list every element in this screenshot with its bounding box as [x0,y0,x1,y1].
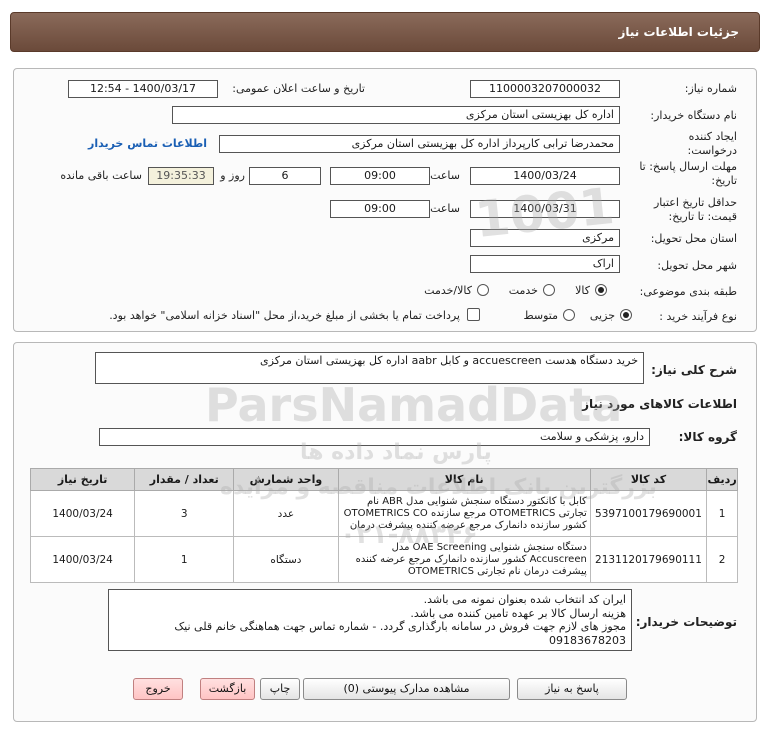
summary-field: خرید دستگاه هدست accuescreen و کابل aabr… [95,352,644,384]
buyer-note-line: مجوز های لازم جهت فروش در سامانه بارگذار… [174,620,626,633]
need-number-label: شماره نیاز: [684,82,737,95]
days-label: روز و [220,169,245,182]
buyer-field: اداره کل بهزیستی استان مرکزی [172,106,620,124]
buyer-note-line: هزینه ارسال کالا بر عهده تامین کننده می … [410,606,626,620]
deadline-time-label: ساعت [430,169,460,182]
row-code: 5397100179690001 [589,490,708,537]
col-code: کد کالا [589,468,708,491]
city-label: شهر محل تحویل: [657,259,737,272]
need-number-field: 1100003207000032 [470,80,620,98]
row-date: 1400/03/24 [29,490,136,537]
validity-date-field: 1400/03/31 [470,200,620,218]
row-name: دستگاه سنجش شنوایی OAE Screening مدل Acc… [337,536,591,583]
goods-table: ردیف کد کالا نام کالا واحد شمارش تعداد /… [29,468,738,583]
buyer-notes-label: توضیحات خریدار: [635,615,737,629]
page-header: جزئیات اطلاعات نیاز [10,12,760,52]
col-index: ردیف [706,468,738,491]
validity-time-field: 09:00 [330,200,430,218]
category-radio-both[interactable] [477,284,489,296]
category-option-goods: کالا [575,284,590,297]
process-option-minor: جزیی [589,309,615,322]
validity-label: حداقل تاریخ اعتبار قیمت: تا تاریخ: [653,196,737,223]
reply-button[interactable]: پاسخ به نیاز [517,678,627,700]
category-radio-goods[interactable] [595,284,607,296]
row-date: 1400/03/24 [29,536,136,583]
category-radio-service[interactable] [543,284,555,296]
province-label: استان محل تحویل: [650,232,737,245]
col-qty: تعداد / مقدار [134,468,235,491]
process-radio-minor[interactable] [620,309,632,321]
exit-button[interactable]: خروج [133,678,183,700]
col-name: نام کالا [337,468,591,491]
process-option-medium: متوسط [523,309,558,322]
remaining-time-field: 19:35:33 [148,167,214,185]
goods-section-title: اطلاعات کالاهای مورد نیاز [582,397,737,411]
deadline-label: مهلت ارسال پاسخ: تا تاریخ: [639,160,737,187]
buyer-note-line: 09183678203 [549,633,626,647]
remaining-label: ساعت باقی مانده [60,169,142,182]
process-radio-medium[interactable] [563,309,575,321]
deadline-date-field: 1400/03/24 [470,167,620,185]
treasury-payment-checkbox[interactable] [467,308,480,321]
row-unit: دستگاه [233,536,339,583]
row-index: 2 [706,536,738,583]
category-option-service: خدمت [508,284,538,297]
row-unit: عدد [233,490,339,537]
city-field: اراک [470,255,620,273]
view-attachments-button[interactable]: مشاهده مدارک پیوستی (0) [303,678,510,700]
announce-field: 1400/03/17 - 12:54 [68,80,218,98]
print-button[interactable]: چاپ [260,678,300,700]
buyer-notes-box: ایران کد انتخاب شده بعنوان نمونه می باشد… [108,589,632,651]
category-option-both: کالا/خدمت [424,284,472,297]
goods-group-label: گروه کالا: [678,430,737,444]
row-qty: 3 [134,490,235,537]
back-button[interactable]: بازگشت [200,678,255,700]
category-label: طبقه بندی موضوعی: [639,285,737,298]
row-code: 2131120179690111 [589,536,708,583]
province-field: مرکزی [470,229,620,247]
page-title: جزئیات اطلاعات نیاز [618,25,739,39]
creator-field: محمدرضا ترابی کارپرداز اداره کل بهزیستی … [219,135,620,153]
deadline-time-field: 09:00 [330,167,430,185]
buyer-note-line: ایران کد انتخاب شده بعنوان نمونه می باشد… [423,593,626,606]
table-row[interactable]: 2 2131120179690111 دستگاه سنجش شنوایی OA… [29,536,738,583]
creator-label: ایجاد کننده درخواست: [687,130,737,157]
validity-time-label: ساعت [430,202,460,215]
days-field: 6 [249,167,321,185]
row-qty: 1 [134,536,235,583]
goods-group-field: دارو، پزشکی و سلامت [99,428,650,446]
process-label: نوع فرآیند خرید : [659,310,737,323]
goods-table-header: ردیف کد کالا نام کالا واحد شمارش تعداد /… [29,468,738,491]
row-name: کابل با کانکتور دستگاه سنجش شنوایی مدل A… [337,490,591,537]
buyer-label: نام دستگاه خریدار: [650,109,737,122]
summary-label: شرح کلی نیاز: [651,363,737,377]
announce-label: تاریخ و ساعت اعلان عمومی: [232,82,365,95]
row-index: 1 [706,490,738,537]
table-row[interactable]: 1 5397100179690001 کابل با کانکتور دستگا… [29,490,738,537]
buyer-contact-link[interactable]: اطلاعات تماس خریدار [88,137,207,150]
col-date: تاریخ نیاز [29,468,136,491]
col-unit: واحد شمارش [233,468,339,491]
payment-note: پرداخت تمام یا بخشی از مبلغ خرید،از محل … [109,309,460,322]
